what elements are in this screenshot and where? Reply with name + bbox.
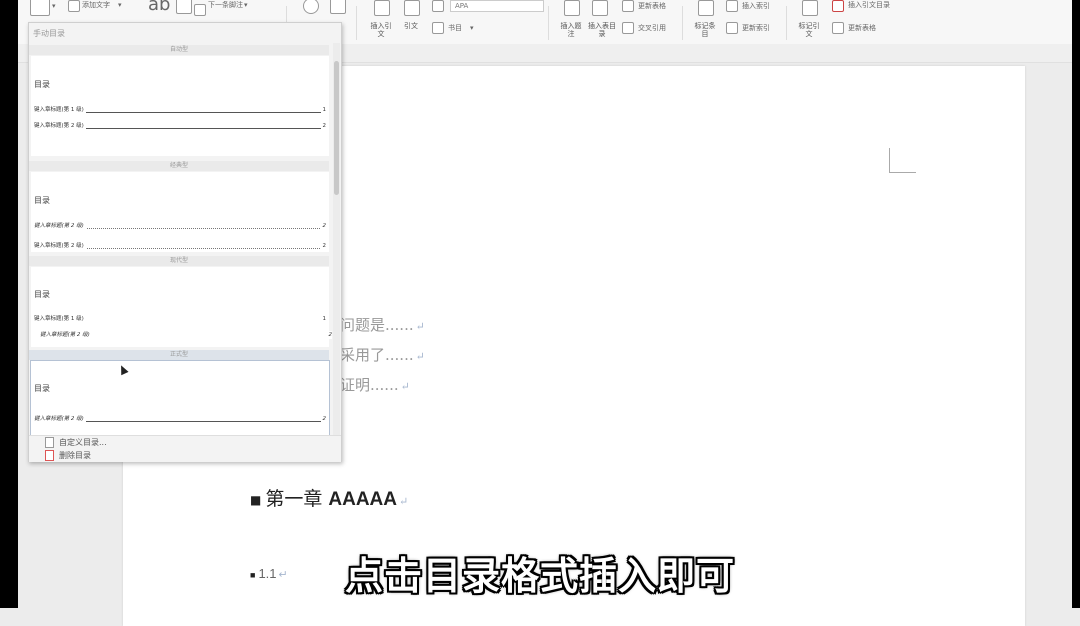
smart-lookup-icon[interactable] bbox=[303, 0, 319, 14]
heading-bullet-icon: ■ bbox=[250, 493, 262, 507]
toc-style-label: 现代型 bbox=[29, 256, 329, 266]
bibliography-arrow[interactable]: ▾ bbox=[470, 24, 474, 33]
add-text-arrow[interactable]: ▾ bbox=[118, 1, 122, 10]
update-index-button[interactable]: 更新索引 bbox=[742, 24, 770, 33]
left-black-bar bbox=[0, 0, 18, 608]
toc-style-label: 正式型 bbox=[29, 350, 329, 360]
document-line-text: 证明...... bbox=[340, 376, 399, 394]
heading-chapter-en: AAAAA bbox=[328, 489, 397, 510]
style-icon bbox=[432, 0, 444, 12]
paragraph-mark-icon: ↵ bbox=[400, 380, 410, 393]
insert-index-icon bbox=[726, 0, 738, 12]
update-table-icon bbox=[622, 0, 634, 12]
document-line-text: 问题是...... bbox=[340, 316, 414, 334]
mark-entry-label[interactable]: 标记条目 bbox=[693, 22, 717, 38]
insert-table-of-figures-icon[interactable] bbox=[592, 0, 608, 16]
insert-caption-label[interactable]: 插入题注 bbox=[559, 22, 583, 38]
insert-endnote-icon[interactable] bbox=[176, 0, 192, 14]
heading-chapter-1[interactable]: ■ 第一章 AAAAA ↵ bbox=[250, 484, 408, 511]
citation-label[interactable]: 引文 bbox=[399, 22, 423, 30]
add-text-icon bbox=[68, 0, 80, 12]
paragraph-mark-icon: ↵ bbox=[415, 350, 425, 363]
citation-style-select[interactable]: APA bbox=[450, 0, 544, 12]
researcher-icon[interactable] bbox=[330, 0, 346, 14]
toc-style-modern[interactable]: 目录 键入章标题(第 1 级) 1 键入章标题(第 2 级) 2 bbox=[31, 267, 332, 347]
insert-citation-label[interactable]: 插入引文 bbox=[369, 22, 393, 38]
next-footnote-button[interactable]: 下一条脚注 bbox=[208, 1, 243, 10]
video-caption: 点击目录格式插入即可 bbox=[344, 554, 735, 598]
ribbon-separator bbox=[682, 6, 683, 40]
add-text-button[interactable]: 添加文字 bbox=[82, 1, 110, 10]
insert-table-of-authorities-icon bbox=[832, 0, 844, 12]
toc-preview-row: 键入章标题(第 1 级) 1 bbox=[34, 315, 326, 323]
document-line-2[interactable]: 采用了...... ↵ bbox=[340, 344, 425, 365]
toc-preview-title: 目录 bbox=[34, 80, 50, 89]
update-table-button[interactable]: 更新表格 bbox=[638, 2, 666, 11]
insert-caption-icon[interactable] bbox=[564, 0, 580, 16]
toc-style-formal[interactable]: 目录 键入章标题(第 2 级) 2 bbox=[30, 360, 330, 435]
mark-entry-icon[interactable] bbox=[698, 0, 714, 16]
custom-toc-menu-item[interactable]: 自定义目录... bbox=[45, 437, 107, 449]
insert-index-button[interactable]: 插入索引 bbox=[742, 2, 770, 11]
mark-citation-label[interactable]: 标记引文 bbox=[797, 22, 821, 38]
document-line-3[interactable]: 证明...... ↵ bbox=[340, 374, 410, 395]
toc-style-label: 自动型 bbox=[29, 45, 329, 55]
ribbon-separator bbox=[356, 6, 357, 40]
right-black-bar bbox=[1072, 0, 1080, 608]
toc-preview-row: 键入章标题(第 2 级) 2 bbox=[40, 331, 332, 339]
toc-preview-row: 键入章标题(第 2 级) 2 bbox=[34, 222, 326, 230]
mark-citation-icon[interactable] bbox=[802, 0, 818, 16]
cross-reference-button[interactable]: 交叉引用 bbox=[638, 24, 666, 33]
paragraph-mark-icon: ↵ bbox=[415, 320, 425, 333]
update-index-icon bbox=[726, 22, 738, 34]
toc-preview-row: 键入章标题(第 2 级) 2 bbox=[34, 415, 326, 423]
toc-style-classic[interactable]: 目录 键入章标题(第 2 级) 2 键入章标题(第 2 级) 2 bbox=[31, 172, 329, 252]
toc-preview-row: 键入章标题(第 1 级) 1 bbox=[34, 106, 326, 114]
toc-preview-title: 目录 bbox=[34, 290, 50, 299]
update-table2-button[interactable]: 更新表格 bbox=[848, 24, 876, 33]
toc-preview-title: 目录 bbox=[34, 384, 50, 393]
ribbon-separator bbox=[548, 6, 549, 40]
heading-chapter-cn: 第一章 bbox=[265, 488, 329, 510]
document-icon bbox=[45, 437, 54, 448]
document-line-1[interactable]: 问题是...... ↵ bbox=[340, 314, 425, 335]
ribbon-separator bbox=[786, 6, 787, 40]
insert-citation-icon[interactable] bbox=[374, 0, 390, 16]
paragraph-mark-icon: ↵ bbox=[399, 495, 409, 508]
citation-icon[interactable] bbox=[404, 0, 420, 16]
toc-preview-row: 键入章标题(第 2 级) 2 bbox=[34, 122, 326, 130]
delete-toc-menu-item[interactable]: 删除目录 bbox=[45, 450, 91, 462]
next-footnote-arrow[interactable]: ▾ bbox=[244, 1, 248, 10]
toc-dropdown-arrow[interactable]: ▾ bbox=[52, 2, 56, 11]
gallery-scrollbar[interactable] bbox=[333, 43, 340, 435]
next-footnote-icon bbox=[194, 4, 206, 16]
insert-table-of-authorities-button[interactable]: 插入引文目录 bbox=[848, 1, 890, 10]
insert-table-of-figures-label[interactable]: 插入表目录 bbox=[585, 22, 619, 38]
toc-style-automatic[interactable]: 目录 键入章标题(第 1 级) 1 键入章标题(第 2 级) 2 bbox=[31, 56, 329, 156]
document-line-text: 采用了...... bbox=[340, 346, 414, 364]
toc-preview-list[interactable]: 自动型 目录 键入章标题(第 1 级) 1 键入章标题(第 2 级) 2 经典型 目… bbox=[29, 43, 333, 435]
cross-reference-icon bbox=[622, 22, 634, 34]
update-table2-icon bbox=[832, 22, 844, 34]
bibliography-icon bbox=[432, 22, 444, 34]
delete-document-icon bbox=[45, 450, 54, 461]
gallery-footer: 自定义目录... 删除目录 bbox=[29, 435, 341, 462]
gallery-scroll-thumb[interactable] bbox=[334, 61, 339, 195]
toc-preview-row: 键入章标题(第 2 级) 2 bbox=[34, 242, 326, 250]
insert-footnote-icon[interactable]: ab bbox=[148, 0, 170, 15]
toc-style-label: 经典型 bbox=[29, 161, 329, 171]
margin-corner-mark bbox=[889, 148, 916, 173]
table-of-contents-gallery: 手动目录 自动型 目录 键入章标题(第 1 级) 1 键入章标题(第 2 级) 2 … bbox=[28, 22, 342, 462]
toc-preview-title: 目录 bbox=[34, 196, 50, 205]
bibliography-button[interactable]: 书目 bbox=[448, 24, 462, 33]
table-of-contents-button[interactable] bbox=[30, 0, 50, 16]
gallery-header: 手动目录 bbox=[33, 29, 65, 38]
